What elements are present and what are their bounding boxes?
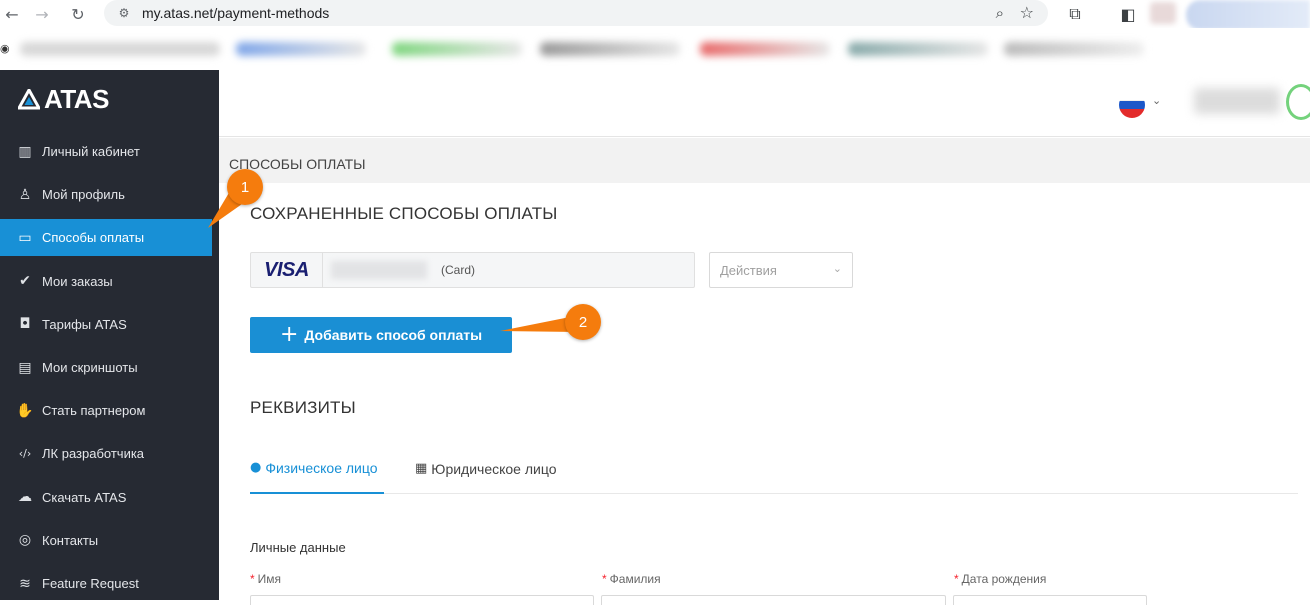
annotation-badge-2: 2 [565,304,601,340]
annotation-badge-1: 1 [227,169,263,205]
annotation-pointers [208,181,578,332]
